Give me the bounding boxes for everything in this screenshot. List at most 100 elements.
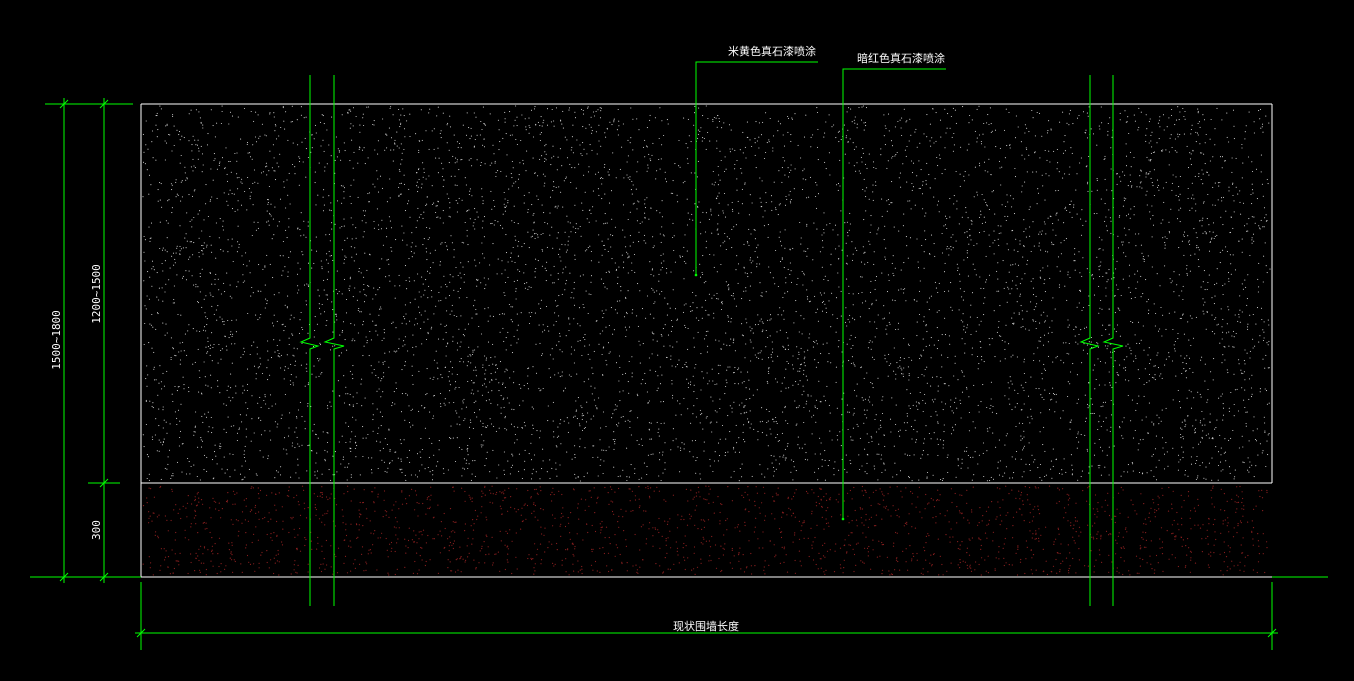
texture-speck bbox=[158, 382, 160, 384]
texture-speck bbox=[1177, 136, 1179, 138]
texture-speck bbox=[716, 126, 718, 128]
texture-speck bbox=[827, 465, 829, 467]
texture-speck bbox=[183, 137, 185, 139]
texture-speck bbox=[861, 302, 864, 304]
texture-speck bbox=[887, 160, 889, 162]
texture-speck bbox=[573, 297, 575, 299]
texture-speck bbox=[142, 133, 144, 135]
texture-speck bbox=[780, 390, 782, 392]
texture-speck bbox=[375, 330, 377, 332]
texture-speck bbox=[888, 312, 891, 314]
texture-speck bbox=[167, 222, 169, 224]
texture-speck bbox=[693, 270, 695, 272]
texture-speck bbox=[504, 417, 506, 419]
texture-speck bbox=[723, 343, 725, 345]
texture-speck bbox=[404, 419, 406, 421]
texture-speck bbox=[311, 450, 313, 452]
texture-speck bbox=[500, 170, 502, 173]
texture-speck bbox=[717, 165, 719, 168]
texture-speck bbox=[1203, 477, 1205, 479]
texture-speck bbox=[532, 229, 534, 231]
texture-speck bbox=[777, 130, 779, 132]
texture-speck bbox=[1197, 134, 1199, 136]
texture-speck bbox=[950, 306, 952, 308]
texture-speck bbox=[713, 116, 715, 119]
texture-speck bbox=[463, 273, 465, 276]
texture-speck bbox=[535, 343, 537, 345]
texture-speck bbox=[394, 143, 396, 145]
texture-speck bbox=[1065, 238, 1067, 240]
texture-speck bbox=[1189, 270, 1191, 272]
texture-speck bbox=[458, 142, 461, 145]
texture-speck bbox=[511, 464, 514, 466]
texture-speck bbox=[535, 471, 537, 473]
texture-speck bbox=[608, 352, 610, 354]
texture-speck bbox=[244, 460, 247, 462]
texture-speck bbox=[983, 230, 985, 232]
texture-speck bbox=[456, 349, 458, 351]
texture-speck bbox=[826, 385, 828, 387]
texture-speck bbox=[234, 343, 236, 345]
texture-speck bbox=[932, 474, 934, 476]
texture-speck bbox=[409, 461, 411, 463]
texture-speck bbox=[947, 356, 949, 359]
texture-speck bbox=[307, 221, 309, 223]
texture-speck bbox=[282, 105, 284, 108]
texture-speck bbox=[761, 292, 763, 294]
texture-speck bbox=[240, 204, 243, 206]
texture-speck bbox=[288, 427, 290, 429]
texture-speck bbox=[315, 236, 317, 238]
texture-speck bbox=[814, 341, 816, 343]
texture-speck bbox=[1158, 423, 1160, 425]
texture-speck bbox=[600, 427, 602, 429]
texture-speck bbox=[605, 136, 607, 138]
texture-speck bbox=[728, 289, 730, 291]
texture-speck bbox=[841, 249, 843, 251]
texture-speck bbox=[176, 247, 178, 249]
texture-speck bbox=[888, 364, 890, 367]
texture-speck bbox=[966, 324, 969, 326]
texture-speck bbox=[148, 473, 150, 475]
texture-speck bbox=[481, 434, 483, 436]
texture-speck bbox=[1247, 328, 1249, 330]
texture-speck bbox=[155, 159, 157, 161]
texture-speck bbox=[1170, 114, 1173, 117]
texture-speck bbox=[517, 187, 520, 189]
texture-speck bbox=[480, 161, 482, 164]
texture-speck bbox=[221, 105, 223, 107]
texture-speck bbox=[729, 405, 731, 407]
texture-speck bbox=[438, 449, 440, 451]
texture-speck bbox=[163, 419, 165, 421]
texture-speck bbox=[988, 338, 990, 340]
texture-speck bbox=[201, 415, 203, 417]
texture-speck bbox=[358, 308, 360, 310]
texture-speck bbox=[765, 329, 767, 332]
texture-speck bbox=[179, 250, 181, 252]
texture-speck bbox=[1239, 201, 1241, 203]
texture-speck bbox=[195, 286, 197, 288]
texture-speck bbox=[242, 385, 244, 387]
texture-speck bbox=[990, 398, 992, 400]
texture-speck bbox=[606, 127, 608, 129]
texture-speck bbox=[1122, 244, 1124, 246]
texture-speck bbox=[1040, 249, 1042, 251]
texture-speck bbox=[553, 431, 555, 433]
texture-speck bbox=[834, 224, 837, 226]
texture-speck bbox=[1179, 134, 1181, 136]
texture-speck bbox=[1022, 256, 1024, 258]
texture-speck bbox=[175, 196, 177, 198]
texture-speck bbox=[950, 249, 952, 251]
texture-speck bbox=[442, 185, 444, 187]
texture-speck bbox=[772, 150, 774, 152]
texture-speck bbox=[1090, 398, 1092, 400]
texture-speck bbox=[1040, 233, 1043, 235]
texture-speck bbox=[535, 268, 537, 270]
texture-speck bbox=[1254, 438, 1257, 441]
texture-speck bbox=[528, 312, 530, 314]
texture-speck bbox=[883, 239, 885, 241]
texture-speck bbox=[1215, 446, 1217, 448]
texture-speck bbox=[718, 214, 720, 216]
texture-speck bbox=[1225, 460, 1227, 462]
texture-speck bbox=[362, 324, 364, 326]
texture-speck bbox=[533, 213, 535, 215]
